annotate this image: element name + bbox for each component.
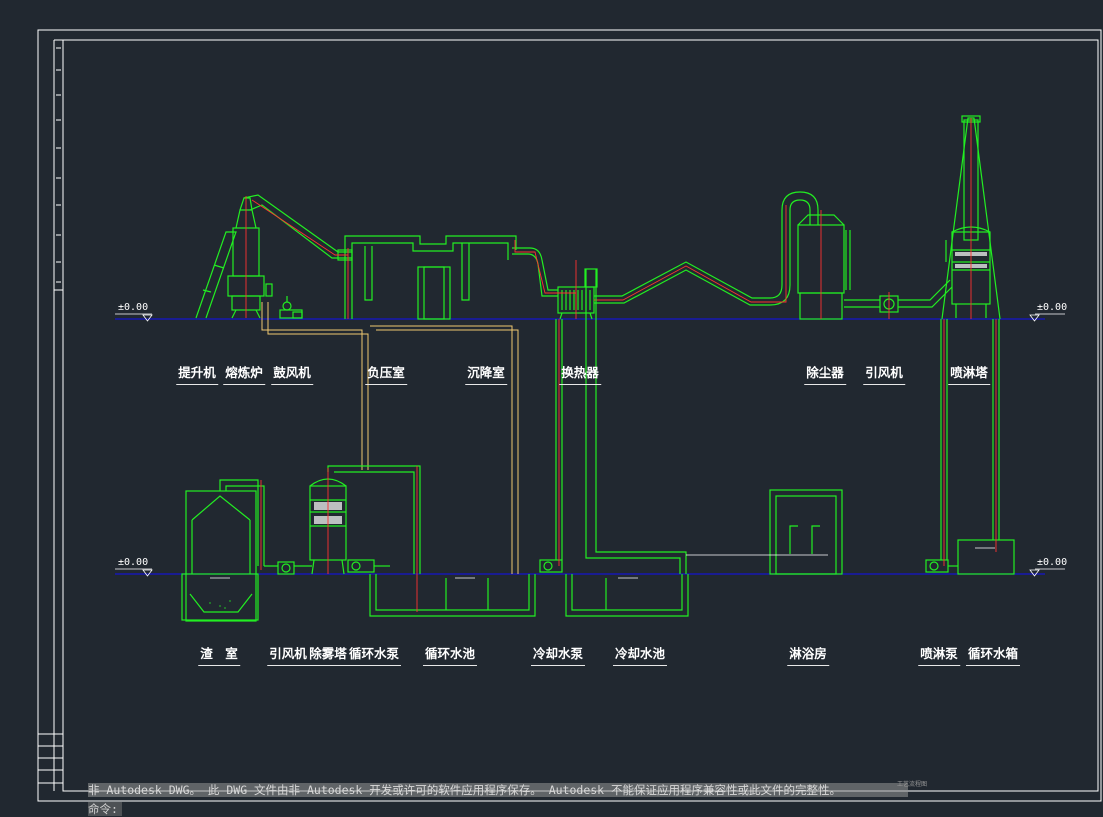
lower-induced-fan [264, 561, 312, 575]
level-mark-upper-right: ±0.00 [1037, 302, 1068, 313]
slag-fill [209, 600, 231, 609]
slag-chamber [181, 479, 265, 622]
label-circulating-pool: 循环水池 [422, 643, 478, 666]
label-demister-tower: 除雾塔 [307, 643, 349, 666]
spray-pump [925, 319, 949, 573]
circulating-pool [369, 574, 536, 617]
label-blower: 鼓风机 [271, 362, 313, 385]
cross-duct [512, 247, 558, 297]
label-induced-fan-upper: 引风机 [863, 362, 905, 385]
label-circulating-pump: 循环水泵 [346, 643, 402, 666]
negative-pressure-and-settling [344, 235, 517, 320]
label-spray-tower: 喷淋塔 [948, 362, 990, 385]
label-spray-pump: 喷淋泵 [918, 643, 960, 666]
label-negative-pressure-chamber: 负压室 [365, 362, 407, 385]
furnace-flue-duct [243, 194, 353, 261]
label-dust-collector: 除尘器 [804, 362, 846, 385]
label-heat-exchanger: 换热器 [559, 362, 601, 385]
level-mark-upper-left: ±0.00 [118, 302, 149, 313]
command-prompt[interactable]: 命令: [88, 802, 122, 816]
induced-draft-fan [844, 279, 953, 313]
circulating-pump [347, 559, 390, 573]
cooling-pool [565, 574, 689, 617]
label-cooling-pool: 冷却水池 [612, 643, 668, 666]
label-circulating-tank: 循环水箱 [965, 643, 1021, 666]
command-history-line: 非 Autodesk DWG。 此 DWG 文件由非 Autodesk 开发或许… [88, 783, 908, 797]
dust-collector [797, 214, 851, 320]
shower-room [686, 489, 843, 575]
label-slag-chamber: 渣 室 [198, 643, 240, 666]
smelting-furnace [227, 197, 273, 319]
upper-pipe-centerlines [245, 118, 972, 319]
label-cooling-pump: 冷却水泵 [530, 643, 586, 666]
cad-drawing-canvas[interactable] [0, 0, 1103, 817]
upper-water-pipes [261, 302, 519, 574]
hoist [195, 231, 237, 319]
level-mark-lower-left: ±0.00 [118, 557, 149, 568]
label-induced-fan-lower: 引风机 [267, 643, 309, 666]
label-shower-room: 淋浴房 [787, 643, 829, 666]
revision-column [56, 47, 61, 283]
label-settling-chamber: 沉降室 [465, 362, 507, 385]
cooling-water-pipes [555, 269, 687, 574]
heat-exchanger-outlet-duct [594, 191, 819, 306]
heat-exchanger [557, 268, 598, 320]
label-smelting-furnace: 熔炼炉 [223, 362, 265, 385]
blower [279, 296, 303, 319]
circulating-tank [948, 319, 1015, 575]
ground-lines [115, 318, 1045, 575]
level-mark-lower-right: ±0.00 [1037, 557, 1068, 568]
label-hoist: 提升机 [176, 362, 218, 385]
